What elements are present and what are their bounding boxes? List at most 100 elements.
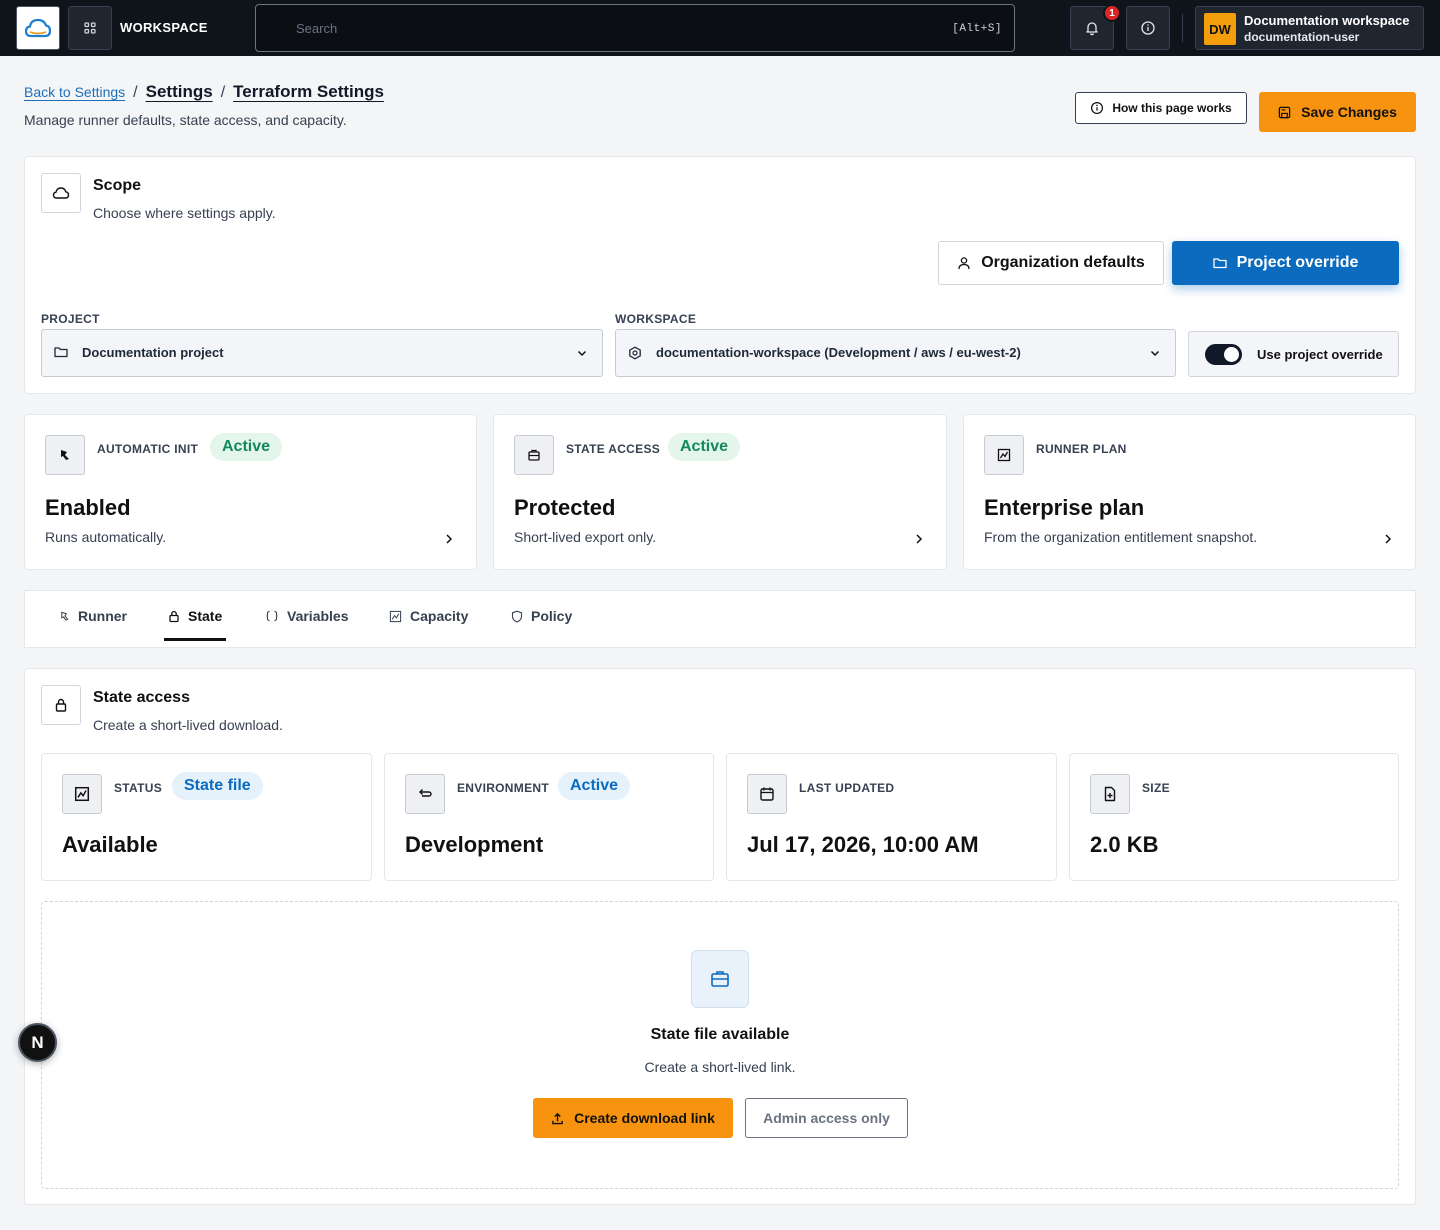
status-badge: Active [668,433,741,461]
tab-label: State [188,608,223,624]
folder-icon [1212,258,1227,269]
briefcase-icon [711,971,729,987]
workspace-select-value: documentation-workspace (Development / a… [656,345,1021,360]
state-icon-box [514,435,554,475]
search-shortcut-hint: [Alt+S] [952,23,1002,35]
project-select[interactable]: Documentation project [41,329,603,377]
stat-value: Jul 17, 2026, 10:00 AM [747,832,979,857]
runner-icon [61,611,69,621]
search-input[interactable]: Search [Alt+S] [255,4,1015,52]
chevron-right-icon [1385,534,1392,544]
save-changes-button[interactable]: Save Changes [1259,92,1416,132]
user-icon [958,257,970,270]
environment-stat-card: ENVIRONMENT Active Development [384,753,714,881]
state-access-panel: State access Create a short-lived downlo… [24,668,1416,1205]
tab-label: Runner [78,608,127,624]
chevron-down-icon [577,350,587,357]
breadcrumb-separator: / [133,84,138,101]
user-workspace-name: Documentation workspace [1244,13,1410,28]
tab-runner[interactable]: Runner [59,591,127,641]
summary-subtext: Short-lived export only. [514,529,657,545]
stat-label: STATUS [114,781,163,795]
plan-icon-box [984,435,1024,475]
automatic-init-card[interactable]: AUTOMATIC INIT Active Enabled Runs autom… [24,414,477,570]
grid-icon [84,22,96,34]
info-icon [1141,21,1155,35]
calendar-icon [760,787,774,801]
workspace-select[interactable]: documentation-workspace (Development / a… [615,329,1176,377]
state-file-panel: State file available Create a short-live… [41,901,1399,1189]
project-button-label: Project override [1236,254,1359,271]
lock-icon [55,698,67,712]
info-icon [1091,101,1104,115]
chevron-right-icon [446,534,453,544]
summary-subtext: Runs automatically. [45,529,167,545]
stat-value: Development [405,832,544,857]
organization-defaults-button[interactable]: Organization defaults [938,241,1164,285]
state-panel-icon-box [41,685,81,725]
stat-label: LAST UPDATED [799,781,895,795]
breadcrumb-separator: / [220,84,226,101]
stat-label: ENVIRONMENT [457,781,549,795]
cloud-icon [52,187,70,199]
tab-label: Policy [531,608,573,624]
status-badge: Active [558,772,631,800]
page-subtitle: Manage runner defaults, state access, an… [24,112,347,128]
scope-subtitle: Choose where settings apply. [93,205,276,221]
stat-icon-box [1090,774,1130,814]
bell-icon [1086,22,1098,36]
save-icon [1278,106,1291,118]
app-switcher-button[interactable] [68,6,112,50]
chart-icon [997,448,1011,462]
lock-icon [169,610,179,622]
tab-state[interactable]: State [163,591,227,641]
scope-icon-box [41,173,81,213]
scope-title: Scope [93,177,142,194]
create-download-link-button[interactable]: Create download link [533,1098,733,1138]
upload-icon [552,1112,563,1124]
chart-icon [389,610,402,622]
page-title: Terraform Settings [233,82,384,101]
summary-label: STATE ACCESS [566,442,661,456]
user-menu-button[interactable]: DW Documentation workspace documentation… [1195,6,1424,50]
briefcase-icon [528,449,540,461]
state-access-card[interactable]: STATE ACCESS Active Protected Short-live… [493,414,947,570]
breadcrumb-back-link[interactable]: Back to Settings [24,84,125,100]
toggle-switch[interactable] [1205,344,1242,365]
hexagon-icon [629,346,641,360]
stat-value: 2.0 KB [1090,832,1159,857]
tab-variables[interactable]: Variables [265,591,349,641]
stat-icon-box [405,774,445,814]
toggle-label: Use project override [1257,347,1383,362]
avatar: DW [1204,13,1236,45]
chevron-down-icon [1150,350,1160,357]
breadcrumb-settings[interactable]: Settings [146,82,213,102]
status-stat-card: STATUS State file Available [41,753,372,881]
how-button-label: How this page works [1112,101,1232,115]
dev-tools-badge[interactable]: N [18,1023,57,1062]
summary-value: Enabled [45,495,131,520]
state-file-subtitle: Create a short-lived link. [644,1059,796,1075]
project-override-button[interactable]: Project override [1172,241,1399,285]
info-button[interactable] [1126,6,1170,50]
tab-policy[interactable]: Policy [511,591,572,641]
breadcrumb: Back to Settings / Settings / Terraform … [24,82,384,102]
admin-access-only-button[interactable]: Admin access only [745,1098,908,1138]
how-this-page-works-button[interactable]: How this page works [1075,92,1247,124]
scope-card: Scope Choose where settings apply. Organ… [24,156,1416,394]
download-button-label: Create download link [574,1110,715,1126]
topbar-divider [1182,14,1183,42]
status-badge: Active [210,433,283,461]
summary-label: AUTOMATIC INIT [97,442,199,456]
notifications-button[interactable]: 1 [1070,4,1121,50]
runner-icon [61,450,69,460]
summary-label: RUNNER PLAN [1036,442,1127,456]
project-override-toggle[interactable]: Use project override [1188,331,1399,377]
tab-label: Capacity [410,608,469,624]
state-panel-subtitle: Create a short-lived download. [93,717,283,733]
app-logo[interactable] [16,6,60,50]
tab-capacity[interactable]: Capacity [389,591,468,641]
runner-plan-card[interactable]: RUNNER PLAN Enterprise plan From the org… [963,414,1416,570]
top-bar: WORKSPACE Search [Alt+S] 1 DW Documentat… [0,0,1440,56]
tab-label: Variables [287,608,349,624]
